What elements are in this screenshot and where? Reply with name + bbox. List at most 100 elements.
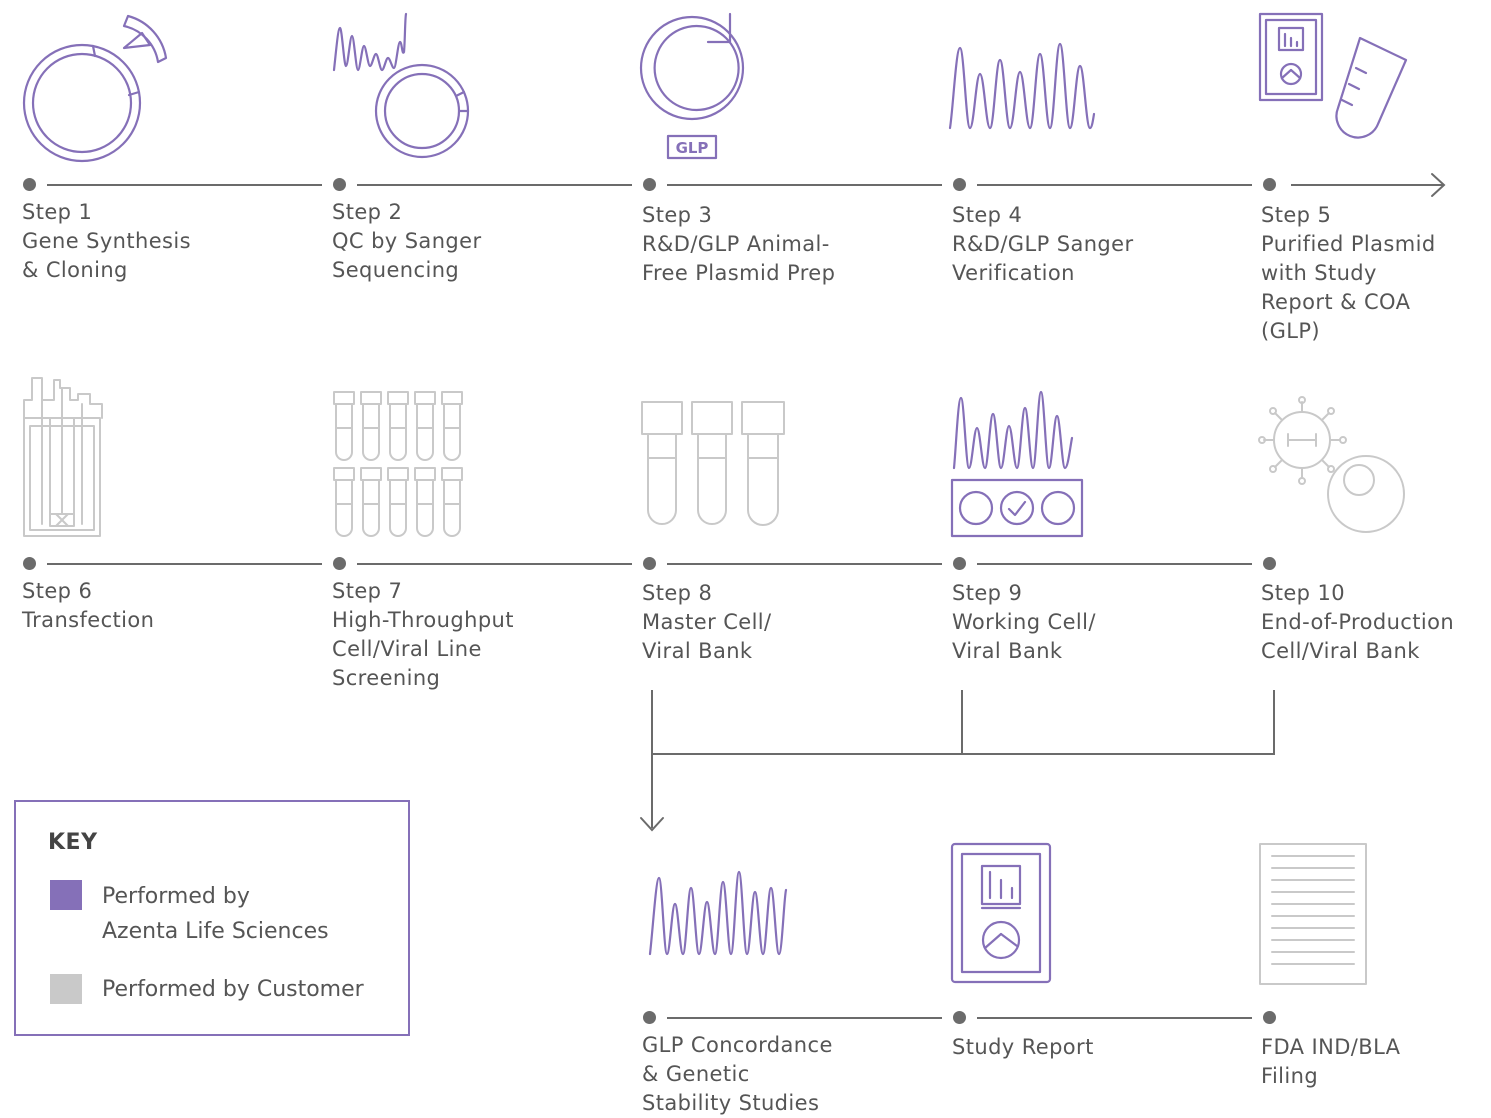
step-text: Gene Synthesis xyxy=(22,229,191,253)
legend-label-customer: Performed by Customer xyxy=(102,972,364,1007)
step-text: Verification xyxy=(952,261,1075,285)
step-9-label: Step 9 Working Cell/ Viral Bank xyxy=(952,579,1096,666)
step-number: Step 2 xyxy=(332,200,403,224)
step-number: Step 1 xyxy=(22,200,93,224)
step-8-label: Step 8 Master Cell/ Viral Bank xyxy=(642,579,772,666)
timeline-connector xyxy=(977,563,1252,565)
step-number: Step 7 xyxy=(332,579,403,603)
hts-tube-array-icon xyxy=(333,391,463,537)
timeline-node-step-9 xyxy=(953,557,966,570)
study-report-icon xyxy=(950,842,1052,984)
legend-title: KEY xyxy=(48,830,98,855)
step-number: Step 9 xyxy=(952,581,1023,605)
legend-text: Performed by Customer xyxy=(102,977,364,1002)
step-4-label: Step 4 R&D/GLP Sanger Verification xyxy=(952,201,1134,288)
step-10-label: Step 10 End-of-Production Cell/Viral Ban… xyxy=(1261,579,1454,666)
timeline-connector xyxy=(1291,184,1443,186)
plasmid-cloning-icon xyxy=(22,14,168,163)
timeline-node-step-3 xyxy=(643,178,656,191)
step-text: R&D/GLP Animal- xyxy=(642,232,830,256)
outcome-text: & Genetic xyxy=(642,1062,750,1086)
legend-swatch-azenta xyxy=(50,880,82,910)
study-report-coa-icon xyxy=(1258,12,1408,139)
timeline-connector xyxy=(667,1017,942,1019)
step-6-label: Step 6 Transfection xyxy=(22,577,154,635)
end-of-production-cell-icon xyxy=(1258,396,1405,533)
timeline-node-step-10 xyxy=(1263,557,1276,570)
glp-badge-text: GLP xyxy=(676,139,709,157)
step-7-label: Step 7 High-Throughput Cell/Viral Line S… xyxy=(332,577,514,693)
timeline-connector xyxy=(667,563,942,565)
outcome-text: GLP Concordance xyxy=(642,1033,833,1057)
timeline-node-step-2 xyxy=(333,178,346,191)
step-text: R&D/GLP Sanger xyxy=(952,232,1134,256)
outcome-text: FDA IND/BLA xyxy=(1261,1035,1401,1059)
branch-line-step-8 xyxy=(651,690,653,828)
step-text: Working Cell/ xyxy=(952,610,1096,634)
timeline-connector xyxy=(47,184,322,186)
timeline-node-step-7 xyxy=(333,557,346,570)
step-text: Viral Bank xyxy=(952,639,1063,663)
step-text: & Cloning xyxy=(22,258,128,282)
outcome-text: Filing xyxy=(1261,1064,1319,1088)
step-text: End-of-Production xyxy=(1261,610,1455,634)
timeline-node-study-report xyxy=(953,1011,966,1024)
glp-plasmid-prep-icon: GLP xyxy=(639,12,745,160)
timeline-node-step-4 xyxy=(953,178,966,191)
arrow-right-icon xyxy=(1431,173,1446,197)
legend-text: Azenta Life Sciences xyxy=(102,919,329,944)
outcome-text: Stability Studies xyxy=(642,1091,820,1115)
timeline-node-step-1 xyxy=(23,178,36,191)
transfection-bioreactor-icon xyxy=(23,377,103,537)
timeline-connector xyxy=(667,184,942,186)
timeline-connector xyxy=(357,184,632,186)
step-text: QC by Sanger xyxy=(332,229,482,253)
timeline-node-step-6 xyxy=(23,557,36,570)
step-number: Step 3 xyxy=(642,203,713,227)
branch-line-step-9 xyxy=(961,690,963,754)
timeline-connector xyxy=(977,184,1252,186)
timeline-node-step-5 xyxy=(1263,178,1276,191)
step-text: Transfection xyxy=(22,608,155,632)
step-text: Purified Plasmid xyxy=(1261,232,1436,256)
step-3-label: Step 3 R&D/GLP Animal- Free Plasmid Prep xyxy=(642,201,835,288)
legend-swatch-customer xyxy=(50,974,82,1004)
step-number: Step 4 xyxy=(952,203,1023,227)
fda-filing-document-icon xyxy=(1259,843,1367,985)
working-bank-verification-icon xyxy=(950,390,1084,538)
step-text: (GLP) xyxy=(1261,319,1321,343)
step-number: Step 8 xyxy=(642,581,713,605)
step-number: Step 5 xyxy=(1261,203,1332,227)
outcome-concordance-label: GLP Concordance & Genetic Stability Stud… xyxy=(642,1031,833,1118)
timeline-connector xyxy=(47,563,322,565)
legend-text: Performed by xyxy=(102,884,250,909)
timeline-node-concordance xyxy=(643,1011,656,1024)
step-text: High-Throughput xyxy=(332,608,514,632)
step-text: Cell/Viral Line xyxy=(332,637,482,661)
timeline-connector xyxy=(977,1017,1252,1019)
branch-merge-line xyxy=(651,753,1275,755)
step-text: Master Cell/ xyxy=(642,610,772,634)
timeline-node-step-8 xyxy=(643,557,656,570)
timeline-node-fda-filing xyxy=(1263,1011,1276,1024)
outcome-text: Study Report xyxy=(952,1035,1094,1059)
step-text: Free Plasmid Prep xyxy=(642,261,836,285)
legend-label-azenta: Performed by Azenta Life Sciences xyxy=(102,879,329,949)
arrow-down-icon xyxy=(640,817,664,832)
sanger-qc-icon xyxy=(332,12,470,159)
concordance-chromatogram-icon xyxy=(648,870,788,956)
step-text: with Study xyxy=(1261,261,1377,285)
step-text: Cell/Viral Bank xyxy=(1261,639,1420,663)
step-text: Screening xyxy=(332,666,441,690)
step-number: Step 10 xyxy=(1261,581,1346,605)
sanger-chromatogram-icon xyxy=(948,42,1096,130)
legend-key: KEY Performed by Azenta Life Sciences Pe… xyxy=(14,800,410,1036)
outcome-study-report-label: Study Report xyxy=(952,1033,1094,1062)
step-2-label: Step 2 QC by Sanger Sequencing xyxy=(332,198,482,285)
step-1-label: Step 1 Gene Synthesis & Cloning xyxy=(22,198,191,285)
step-text: Report & COA xyxy=(1261,290,1411,314)
step-5-label: Step 5 Purified Plasmid with Study Repor… xyxy=(1261,201,1436,346)
timeline-connector xyxy=(357,563,632,565)
outcome-fda-filing-label: FDA IND/BLA Filing xyxy=(1261,1033,1400,1091)
step-text: Viral Bank xyxy=(642,639,753,663)
